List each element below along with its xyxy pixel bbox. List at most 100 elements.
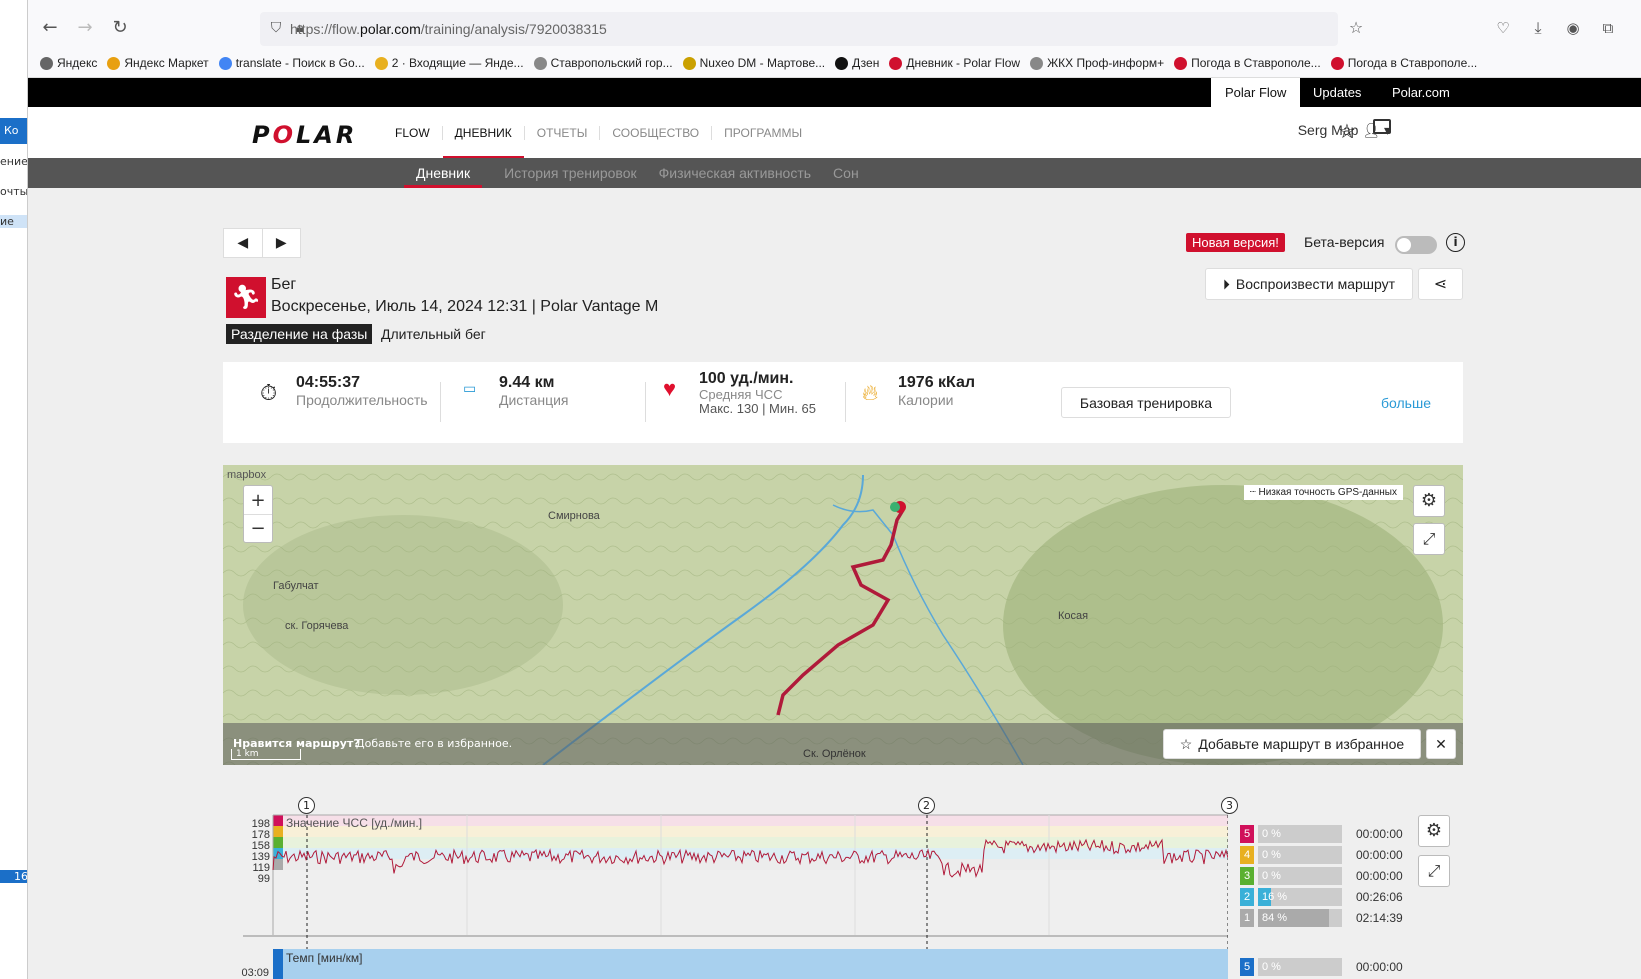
bookmark-item[interactable]: 2 · Входящие — Янде... bbox=[374, 56, 524, 70]
share-icon[interactable]: ⋖ bbox=[1418, 268, 1463, 300]
add-route-favorite-button[interactable]: ☆ Добавьте маршрут в избранное bbox=[1163, 729, 1421, 759]
account-icon[interactable]: ◉ bbox=[1563, 18, 1583, 38]
download-icon[interactable]: ⤓ bbox=[1528, 18, 1548, 38]
zone-pct: 0 % bbox=[1262, 961, 1281, 973]
base-training-button[interactable]: Базовая тренировка bbox=[1061, 387, 1231, 418]
heart-icon: ♥ bbox=[663, 376, 677, 401]
polar-logo[interactable]: POLAR bbox=[252, 121, 357, 149]
zone-pct: 0 % bbox=[1262, 849, 1281, 861]
nav-flow[interactable]: FLOW bbox=[383, 126, 442, 140]
chart-expand-icon[interactable]: ⤢ bbox=[1418, 855, 1450, 887]
new-version-badge[interactable]: Новая версия! bbox=[1186, 233, 1285, 252]
map-label: Габулчат bbox=[273, 580, 319, 592]
star-bookmark-icon[interactable]: ☆ bbox=[1346, 18, 1366, 38]
strip-text: ие bbox=[0, 215, 27, 228]
distance-value: 9.44 км bbox=[499, 374, 555, 391]
strip-text: 16 bbox=[0, 870, 27, 883]
map-settings-gear-icon[interactable]: ⚙ bbox=[1413, 485, 1445, 517]
back-icon[interactable]: ← bbox=[40, 18, 60, 38]
shield-icon[interactable]: ⛉ bbox=[266, 18, 286, 38]
bookmark-item[interactable]: Яндекс bbox=[40, 56, 97, 70]
subnav-sleep[interactable]: Сон bbox=[833, 158, 859, 188]
info-icon[interactable]: i bbox=[1446, 233, 1465, 252]
zoom-controls: + − bbox=[243, 485, 273, 543]
map-label: ск. Горячева bbox=[285, 620, 349, 632]
zone-time: 00:26:06 bbox=[1356, 890, 1403, 904]
close-icon[interactable]: ✕ bbox=[1426, 729, 1456, 759]
zone-number: 2 bbox=[1240, 888, 1254, 906]
strip-text: очты bbox=[0, 185, 28, 198]
zone-pct: 84 % bbox=[1262, 912, 1288, 924]
training-target: Длительный бег bbox=[381, 326, 486, 342]
url-text[interactable]: https://flow.polar.com/training/analysis… bbox=[290, 21, 607, 37]
bookmark-favicon-icon bbox=[889, 56, 903, 70]
zone-number: 5 bbox=[1240, 958, 1254, 976]
zoom-out-icon[interactable]: − bbox=[244, 515, 272, 543]
map-expand-icon[interactable]: ⤢ bbox=[1413, 523, 1445, 555]
beta-toggle[interactable] bbox=[1395, 236, 1437, 254]
pace-chart-title: Темп [мин/км] bbox=[286, 951, 363, 965]
nav-reports[interactable]: ОТЧЕТЫ bbox=[523, 125, 600, 140]
zone-time: 00:00:00 bbox=[1356, 848, 1403, 862]
duration-stat: ⏱︎ 04:55:37 Продолжительность bbox=[260, 374, 428, 408]
pocket-icon[interactable]: ♡ bbox=[1493, 18, 1513, 38]
nav-programs[interactable]: ПРОГРАММЫ bbox=[711, 125, 814, 140]
phase-badge: Разделение на фазы bbox=[226, 324, 373, 344]
extensions-icon[interactable]: ⧉ bbox=[1598, 18, 1618, 38]
running-icon: 🏃︎ bbox=[226, 277, 266, 318]
more-link[interactable]: больше bbox=[1381, 395, 1431, 411]
bookmark-favicon-icon bbox=[1030, 56, 1044, 70]
bookmark-item[interactable]: Ставропольский гор... bbox=[533, 56, 673, 70]
hr-value: 100 уд./мин. bbox=[699, 370, 794, 387]
subnav-activity[interactable]: Физическая активность bbox=[659, 158, 811, 188]
bookmark-item[interactable]: Погода в Ставрополе... bbox=[1330, 56, 1477, 70]
zone-pct: 16 % bbox=[1262, 891, 1288, 903]
zone-pct: 0 % bbox=[1262, 828, 1281, 840]
bookmark-label: ЖКХ Проф-информ+ bbox=[1047, 56, 1165, 70]
zoom-in-icon[interactable]: + bbox=[244, 486, 272, 515]
duration-label: Продолжительность bbox=[296, 392, 428, 408]
bookmark-item[interactable]: Дзен bbox=[835, 56, 879, 70]
duration-value: 04:55:37 bbox=[296, 374, 361, 391]
strip-blue-bar: Ко bbox=[0, 118, 27, 144]
distance-label: Дистанция bbox=[499, 392, 569, 408]
hr-minmax: Макс. 130 | Мин. 65 bbox=[699, 401, 817, 416]
next-arrow-icon[interactable]: ▶ bbox=[261, 229, 301, 257]
dotted-line-icon: ┈ bbox=[1249, 487, 1259, 498]
add-fav-text: Добавьте его в избранное. bbox=[356, 737, 513, 750]
bookmark-favicon-icon bbox=[107, 56, 121, 70]
zone-time: 00:00:00 bbox=[1356, 869, 1403, 883]
zone-time: 00:00:00 bbox=[1356, 827, 1403, 841]
bookmark-item[interactable]: translate - Поиск в Go... bbox=[218, 56, 365, 70]
route-map[interactable]: Смирнова Габулчат ск. Горячева Косая Ск.… bbox=[223, 465, 1463, 765]
bookmark-item[interactable]: Nuxeo DM - Мартове... bbox=[682, 56, 825, 70]
replay-route-button[interactable]: ⏵ Воспроизвести маршрут bbox=[1205, 268, 1413, 300]
messages-icon[interactable] bbox=[1373, 119, 1391, 134]
reload-icon[interactable]: ↻ bbox=[110, 18, 130, 38]
tab-polar-flow[interactable]: Polar Flow bbox=[1211, 78, 1301, 107]
bookmark-favicon-icon bbox=[835, 56, 849, 70]
prev-arrow-icon[interactable]: ◀ bbox=[224, 229, 262, 257]
nav-diary[interactable]: ДНЕВНИК bbox=[441, 125, 524, 159]
subnav-diary[interactable]: Дневник bbox=[404, 158, 483, 188]
tab-updates[interactable]: Updates bbox=[1313, 78, 1361, 107]
nav-community[interactable]: СООБЩЕСТВО bbox=[599, 125, 711, 140]
bookmark-item[interactable]: Погода в Ставрополе... bbox=[1174, 56, 1321, 70]
subnav-history[interactable]: История тренировок bbox=[504, 158, 636, 188]
zone-bar: 0 % bbox=[1258, 867, 1342, 885]
tab-polar-com[interactable]: Polar.com bbox=[1392, 78, 1450, 107]
bookmark-item[interactable]: ЖКХ Проф-информ+ bbox=[1030, 56, 1164, 70]
bookmark-favicon-icon bbox=[533, 56, 547, 70]
forward-icon[interactable]: → bbox=[75, 18, 95, 38]
zone-number: 4 bbox=[1240, 846, 1254, 864]
zone-time: 00:00:00 bbox=[1356, 960, 1403, 974]
bookmark-item[interactable]: Яндекс Маркет bbox=[107, 56, 209, 70]
bookmark-label: translate - Поиск в Go... bbox=[235, 56, 365, 70]
play-icon: ⏵ bbox=[1222, 275, 1230, 292]
zone-bar: 0 % bbox=[1258, 825, 1342, 843]
favorites-star-icon[interactable]: ☆ bbox=[1338, 119, 1356, 143]
bookmark-label: Дзен bbox=[852, 56, 880, 70]
bookmark-item[interactable]: Дневник - Polar Flow bbox=[889, 56, 1020, 70]
zone-time: 02:14:39 bbox=[1356, 911, 1403, 925]
chart-settings-gear-icon[interactable]: ⚙ bbox=[1418, 815, 1450, 847]
